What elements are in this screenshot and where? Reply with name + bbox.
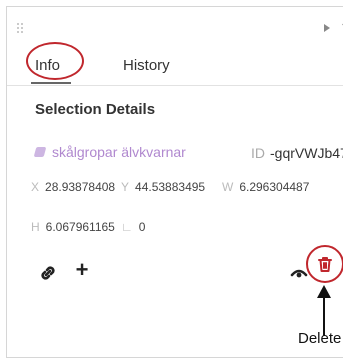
prop-h-value[interactable]: 6.067961165 <box>46 220 128 234</box>
trash-icon <box>318 257 332 272</box>
section-title: Selection Details <box>35 101 156 118</box>
prop-x-value[interactable]: 28.93878408 <box>45 180 125 194</box>
delete-annotation: Delete <box>298 330 342 347</box>
plus-icon: + <box>75 257 89 282</box>
prop-w: W 6.296304487 <box>222 180 329 194</box>
titlebar-controls: ⌃ <box>322 23 343 35</box>
delete-button[interactable] <box>314 253 336 275</box>
prop-x-label: X <box>31 180 40 194</box>
prop-y: Y 44.53883495 <box>121 180 217 194</box>
prop-angle: ∟ 0 <box>121 220 145 234</box>
prop-h-label: H <box>31 220 40 234</box>
prop-h: H 6.067961165 <box>31 220 128 234</box>
object-name[interactable]: skålgropar älvkvarnar <box>52 144 186 160</box>
prop-angle-value[interactable]: 0 <box>139 220 146 234</box>
id-label: ID <box>251 145 265 161</box>
id-value: -gqrVWJb47 <box>270 145 343 161</box>
info-tab-highlight <box>26 42 84 80</box>
add-button[interactable]: + <box>71 259 93 281</box>
play-icon[interactable] <box>324 24 330 32</box>
prop-y-label: Y <box>121 180 130 194</box>
prop-y-value[interactable]: 44.53883495 <box>135 180 217 194</box>
active-tab-indicator <box>31 82 71 84</box>
object-color-swatch <box>33 147 47 157</box>
prop-x: X 28.93878408 <box>31 180 125 194</box>
tab-history[interactable]: History <box>123 57 170 74</box>
drag-handle-icon[interactable] <box>17 23 25 33</box>
link-icon <box>41 266 55 280</box>
prop-w-label: W <box>222 180 234 194</box>
link-button[interactable] <box>37 262 59 284</box>
prop-angle-label: ∟ <box>121 220 133 234</box>
prop-w-value[interactable]: 6.296304487 <box>239 180 329 194</box>
